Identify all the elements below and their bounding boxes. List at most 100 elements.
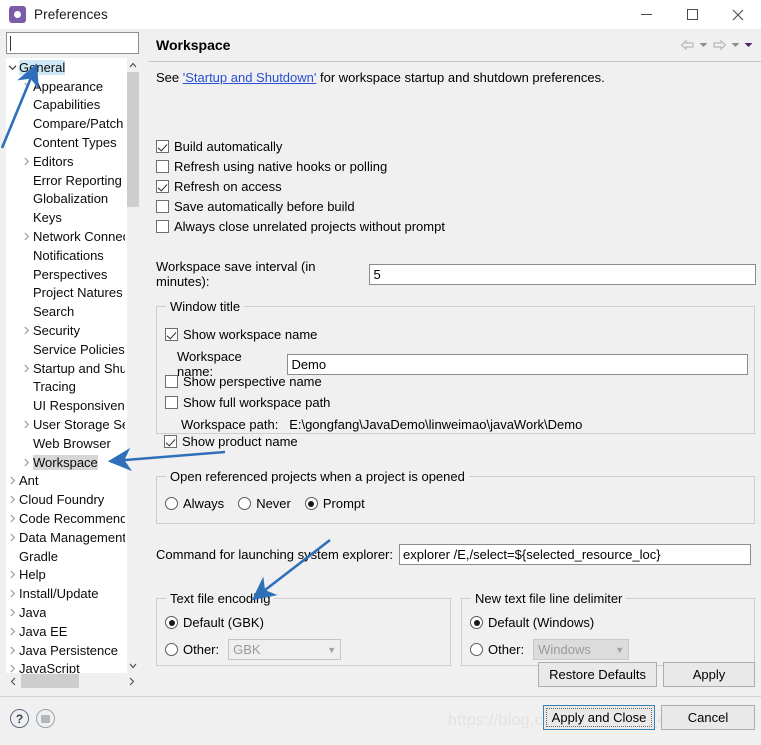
tree-vertical-scrollbar[interactable] bbox=[127, 58, 139, 673]
chevron-right-icon[interactable] bbox=[6, 589, 19, 598]
sidebar-item-search[interactable]: Search bbox=[6, 302, 127, 321]
explorer-command-input[interactable]: explorer /E,/select=${selected_resource_… bbox=[399, 544, 751, 565]
chevron-right-icon[interactable] bbox=[6, 570, 19, 579]
view-menu-dropdown-icon[interactable] bbox=[744, 42, 753, 48]
show-full-workspace-path-row[interactable]: Show full workspace path bbox=[165, 395, 330, 410]
sidebar-item-general[interactable]: General bbox=[6, 58, 127, 77]
radio-prompt[interactable] bbox=[304, 497, 318, 510]
delimiter-other-combo[interactable]: Windows ▼ bbox=[533, 639, 630, 660]
radio-never[interactable] bbox=[238, 497, 252, 510]
radio-row-prompt[interactable]: Prompt bbox=[304, 496, 365, 511]
checkbox-row-build-automatically[interactable]: Build automatically bbox=[156, 136, 445, 156]
scrollbar-thumb[interactable] bbox=[127, 72, 139, 207]
chevron-right-icon[interactable] bbox=[6, 533, 19, 542]
checkbox-build-automatically[interactable] bbox=[156, 139, 169, 153]
show-product-name-checkbox[interactable] bbox=[164, 435, 177, 448]
workspace-name-input[interactable]: Demo bbox=[287, 353, 748, 375]
sidebar-item-security[interactable]: Security bbox=[6, 321, 127, 340]
startup-shutdown-link[interactable]: 'Startup and Shutdown' bbox=[183, 70, 317, 85]
sidebar-item-compare-patch[interactable]: Compare/Patch bbox=[6, 114, 127, 133]
sidebar-item-keys[interactable]: Keys bbox=[6, 208, 127, 227]
sidebar-item-user-storage-service[interactable]: User Storage Service bbox=[6, 415, 127, 434]
radio-always[interactable] bbox=[165, 497, 178, 510]
scroll-up-icon[interactable] bbox=[127, 58, 139, 72]
sidebar-item-project-natures[interactable]: Project Natures bbox=[6, 284, 127, 303]
close-button[interactable] bbox=[715, 0, 761, 29]
show-perspective-name-checkbox[interactable] bbox=[165, 375, 178, 388]
encoding-default-row[interactable]: Default (GBK) bbox=[165, 615, 264, 630]
scroll-right-icon[interactable] bbox=[125, 674, 139, 688]
checkbox-refresh-using-native-hooks-or-polling[interactable] bbox=[156, 159, 169, 173]
filter-input[interactable] bbox=[6, 32, 139, 54]
sidebar-item-javascript[interactable]: JavaScript bbox=[6, 660, 127, 673]
chevron-down-icon[interactable] bbox=[6, 64, 19, 71]
chevron-right-icon[interactable] bbox=[6, 646, 19, 655]
restore-defaults-button[interactable]: Restore Defaults bbox=[538, 662, 657, 687]
tree-horizontal-scrollbar[interactable] bbox=[6, 674, 139, 688]
scroll-left-icon[interactable] bbox=[6, 674, 20, 688]
radio-row-always[interactable]: Always bbox=[165, 496, 224, 511]
sidebar-item-tracing[interactable]: Tracing bbox=[6, 378, 127, 397]
sidebar-item-content-types[interactable]: Content Types bbox=[6, 133, 127, 152]
sidebar-item-appearance[interactable]: Appearance bbox=[6, 77, 127, 96]
minimize-button[interactable] bbox=[623, 0, 669, 29]
delimiter-default-row[interactable]: Default (Windows) bbox=[470, 615, 594, 630]
checkbox-row-refresh-on-access[interactable]: Refresh on access bbox=[156, 176, 445, 196]
show-workspace-name-checkbox[interactable] bbox=[165, 328, 178, 341]
save-interval-input[interactable]: 5 bbox=[369, 263, 756, 285]
sidebar-item-code-recommenders[interactable]: Code Recommenders bbox=[6, 509, 127, 528]
checkbox-save-automatically-before-build[interactable] bbox=[156, 199, 169, 213]
back-dropdown-icon[interactable] bbox=[699, 42, 708, 48]
chevron-right-icon[interactable] bbox=[6, 476, 19, 485]
maximize-button[interactable] bbox=[669, 0, 715, 29]
sidebar-item-ant[interactable]: Ant bbox=[6, 472, 127, 491]
checkbox-always-close-unrelated-projects-without-prompt[interactable] bbox=[156, 219, 169, 233]
back-arrow-icon[interactable] bbox=[680, 39, 695, 51]
chevron-right-icon[interactable] bbox=[6, 627, 19, 636]
chevron-right-icon[interactable] bbox=[20, 364, 33, 373]
sidebar-item-install-update[interactable]: Install/Update bbox=[6, 584, 127, 603]
sidebar-item-help[interactable]: Help bbox=[6, 566, 127, 585]
chevron-right-icon[interactable] bbox=[20, 326, 33, 335]
encoding-other-radio[interactable] bbox=[165, 643, 178, 656]
sidebar-item-java[interactable]: Java bbox=[6, 603, 127, 622]
show-product-name-row[interactable]: Show product name bbox=[164, 434, 298, 449]
checkbox-row-always-close-unrelated-projects-without-prompt[interactable]: Always close unrelated projects without … bbox=[156, 216, 445, 236]
sidebar-item-startup-and-shutdown[interactable]: Startup and Shutdown bbox=[6, 359, 127, 378]
scroll-down-icon[interactable] bbox=[127, 659, 139, 673]
apply-and-close-button[interactable]: Apply and Close bbox=[543, 705, 655, 730]
encoding-other-combo[interactable]: GBK ▼ bbox=[228, 639, 342, 660]
sidebar-item-cloud-foundry[interactable]: Cloud Foundry bbox=[6, 490, 127, 509]
sidebar-item-perspectives[interactable]: Perspectives bbox=[6, 265, 127, 284]
delimiter-other-radio[interactable] bbox=[470, 643, 483, 656]
sidebar-item-notifications[interactable]: Notifications bbox=[6, 246, 127, 265]
sidebar-item-service-policies[interactable]: Service Policies bbox=[6, 340, 127, 359]
sidebar-item-capabilities[interactable]: Capabilities bbox=[6, 96, 127, 115]
chevron-right-icon[interactable] bbox=[20, 458, 33, 467]
chevron-right-icon[interactable] bbox=[20, 157, 33, 166]
chevron-right-icon[interactable] bbox=[20, 420, 33, 429]
preferences-tree[interactable]: General Appearance Capabilities Compare/Pat… bbox=[6, 58, 139, 673]
sidebar-item-data-management[interactable]: Data Management bbox=[6, 528, 127, 547]
chevron-right-icon[interactable] bbox=[6, 495, 19, 504]
chevron-right-icon[interactable] bbox=[6, 514, 19, 523]
checkbox-row-refresh-using-native-hooks-or-polling[interactable]: Refresh using native hooks or polling bbox=[156, 156, 445, 176]
sidebar-item-network-connections[interactable]: Network Connections bbox=[6, 227, 127, 246]
sidebar-item-web-browser[interactable]: Web Browser bbox=[6, 434, 127, 453]
sidebar-item-workspace[interactable]: Workspace bbox=[6, 453, 127, 472]
scrollbar-thumb-horizontal[interactable] bbox=[21, 674, 79, 688]
sidebar-item-globalization[interactable]: Globalization bbox=[6, 190, 127, 209]
forward-dropdown-icon[interactable] bbox=[731, 42, 740, 48]
chevron-right-icon[interactable] bbox=[6, 664, 19, 673]
help-icon[interactable]: ? bbox=[10, 709, 29, 728]
checkbox-refresh-on-access[interactable] bbox=[156, 179, 169, 193]
delimiter-default-radio[interactable] bbox=[470, 616, 483, 629]
sidebar-item-error-reporting[interactable]: Error Reporting bbox=[6, 171, 127, 190]
chevron-right-icon[interactable] bbox=[20, 232, 33, 241]
sidebar-item-java-persistence[interactable]: Java Persistence bbox=[6, 641, 127, 660]
chevron-right-icon[interactable] bbox=[6, 608, 19, 617]
sidebar-item-editors[interactable]: Editors bbox=[6, 152, 127, 171]
sidebar-item-ui-responsiveness-monitoring[interactable]: UI Responsiveness Monitoring bbox=[6, 396, 127, 415]
apply-button[interactable]: Apply bbox=[663, 662, 755, 687]
sidebar-item-gradle[interactable]: Gradle bbox=[6, 547, 127, 566]
